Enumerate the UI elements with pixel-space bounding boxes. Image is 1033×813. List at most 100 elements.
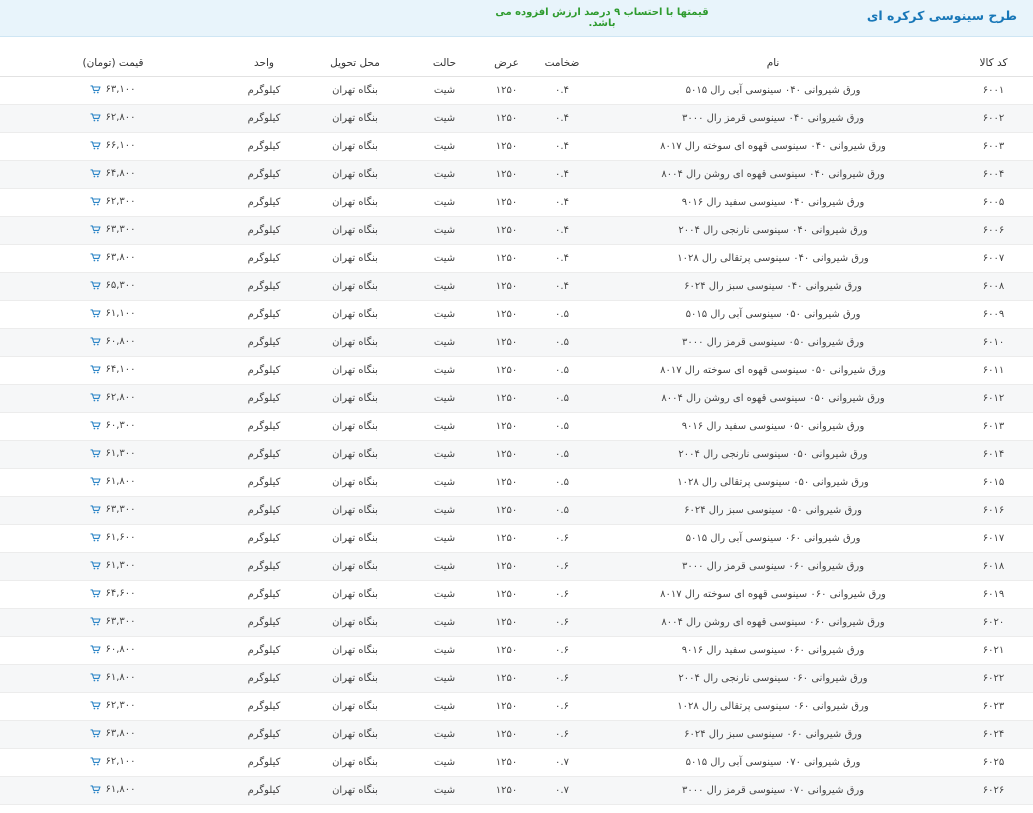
cart-icon[interactable] [90, 645, 102, 654]
price-cell: ۶۳,۸۰۰ [0, 244, 226, 273]
price-cell: ۶۱,۸۰۰ [0, 776, 226, 805]
cart-icon[interactable] [90, 757, 102, 766]
delivery-location: بنگاه تهران [302, 272, 408, 301]
state-cell: شیت [408, 104, 481, 133]
price-with-cart: ۶۶,۱۰۰ [90, 140, 136, 151]
price-with-cart: ۶۲,۸۰۰ [90, 392, 136, 403]
price-value: ۶۲,۸۰۰ [105, 112, 136, 123]
delivery-location: بنگاه تهران [302, 104, 408, 133]
product-code: ۶۰۱۹ [954, 580, 1033, 609]
cart-icon[interactable] [90, 785, 102, 794]
table-body: ۶۰۰۱ ورق شیروانی ۰۴۰ سینوسی آبی رال ۵۰۱۵ ۰… [0, 76, 1033, 805]
unit-cell: کیلوگرم [226, 664, 302, 693]
table-row: ۶۰۰۷ ورق شیروانی ۰۴۰ سینوسی پرتقالی رال ۱… [0, 244, 1033, 273]
state-cell: شیت [408, 776, 481, 805]
cart-icon[interactable] [90, 225, 102, 234]
price-value: ۶۱,۸۰۰ [105, 476, 136, 487]
price-cell: ۶۱,۶۰۰ [0, 524, 226, 553]
cart-icon[interactable] [90, 589, 102, 598]
product-code: ۶۰۲۱ [954, 636, 1033, 665]
header-bar: طرح سینوسی کرکره ای قیمتها با احتساب ۹ د… [0, 0, 1033, 37]
state-cell: شیت [408, 664, 481, 693]
width-cell: ۱۲۵۰ [481, 496, 532, 525]
cart-icon[interactable] [90, 505, 102, 514]
product-name: ورق شیروانی ۰۵۰ سینوسی پرتقالی رال ۱۰۲۸ [592, 468, 954, 497]
cart-icon[interactable] [90, 197, 102, 206]
unit-cell: کیلوگرم [226, 608, 302, 637]
cart-icon[interactable] [90, 477, 102, 486]
product-code: ۶۰۱۸ [954, 552, 1033, 581]
width-cell: ۱۲۵۰ [481, 132, 532, 161]
thickness-cell: ۰.۴ [532, 132, 592, 161]
product-name: ورق شیروانی ۰۶۰ سینوسی قهوه ای روشن رال … [592, 608, 954, 637]
thickness-cell: ۰.۴ [532, 272, 592, 301]
cart-icon[interactable] [90, 169, 102, 178]
cart-icon[interactable] [90, 253, 102, 262]
column-header-code: کد کالا [954, 49, 1033, 77]
price-cell: ۶۱,۳۰۰ [0, 440, 226, 469]
cart-icon[interactable] [90, 673, 102, 682]
price-with-cart: ۶۴,۸۰۰ [90, 168, 136, 179]
cart-icon[interactable] [90, 393, 102, 402]
table-row: ۶۰۱۴ ورق شیروانی ۰۵۰ سینوسی نارنجی رال ۲۰… [0, 440, 1033, 469]
price-list-page: طرح سینوسی کرکره ای قیمتها با احتساب ۹ د… [0, 0, 1033, 813]
delivery-location: بنگاه تهران [302, 160, 408, 189]
thickness-cell: ۰.۴ [532, 216, 592, 245]
delivery-location: بنگاه تهران [302, 76, 408, 105]
cart-icon[interactable] [90, 729, 102, 738]
product-code: ۶۰۱۰ [954, 328, 1033, 357]
delivery-location: بنگاه تهران [302, 244, 408, 273]
width-cell: ۱۲۵۰ [481, 160, 532, 189]
cart-icon[interactable] [90, 421, 102, 430]
cart-icon[interactable] [90, 449, 102, 458]
table-row: ۶۰۲۲ ورق شیروانی ۰۶۰ سینوسی نارنجی رال ۲۰… [0, 664, 1033, 693]
thickness-cell: ۰.۶ [532, 580, 592, 609]
cart-icon[interactable] [90, 337, 102, 346]
price-value: ۶۵,۳۰۰ [105, 280, 136, 291]
cart-icon[interactable] [90, 309, 102, 318]
unit-cell: کیلوگرم [226, 580, 302, 609]
cart-icon[interactable] [90, 85, 102, 94]
delivery-location: بنگاه تهران [302, 524, 408, 553]
cart-icon[interactable] [90, 113, 102, 122]
unit-cell: کیلوگرم [226, 692, 302, 721]
price-cell: ۶۴,۱۰۰ [0, 356, 226, 385]
unit-cell: کیلوگرم [226, 328, 302, 357]
delivery-location: بنگاه تهران [302, 132, 408, 161]
price-with-cart: ۶۴,۱۰۰ [90, 364, 136, 375]
width-cell: ۱۲۵۰ [481, 412, 532, 441]
price-with-cart: ۶۱,۳۰۰ [90, 560, 136, 571]
price-value: ۶۲,۱۰۰ [105, 756, 136, 767]
delivery-location: بنگاه تهران [302, 468, 408, 497]
price-value: ۶۲,۳۰۰ [105, 700, 136, 711]
cart-icon[interactable] [90, 617, 102, 626]
width-cell: ۱۲۵۰ [481, 748, 532, 777]
width-cell: ۱۲۵۰ [481, 216, 532, 245]
table-row: ۶۰۲۴ ورق شیروانی ۰۶۰ سینوسی سبز رال ۶۰۲۴ ۰… [0, 720, 1033, 749]
cart-icon[interactable] [90, 281, 102, 290]
price-value: ۶۰,۳۰۰ [105, 420, 136, 431]
price-cell: ۶۳,۳۰۰ [0, 608, 226, 637]
product-code: ۶۰۱۱ [954, 356, 1033, 385]
table-row: ۶۰۱۷ ورق شیروانی ۰۶۰ سینوسی آبی رال ۵۰۱۵ ۰… [0, 524, 1033, 553]
thickness-cell: ۰.۷ [532, 748, 592, 777]
cart-icon[interactable] [90, 141, 102, 150]
cart-icon[interactable] [90, 365, 102, 374]
column-header-thickness: ضخامت [532, 49, 592, 77]
width-cell: ۱۲۵۰ [481, 244, 532, 273]
unit-cell: کیلوگرم [226, 272, 302, 301]
price-cell: ۶۴,۶۰۰ [0, 580, 226, 609]
width-cell: ۱۲۵۰ [481, 328, 532, 357]
cart-icon[interactable] [90, 561, 102, 570]
price-cell: ۶۱,۱۰۰ [0, 300, 226, 329]
product-code: ۶۰۲۲ [954, 664, 1033, 693]
unit-cell: کیلوگرم [226, 104, 302, 133]
thickness-cell: ۰.۶ [532, 524, 592, 553]
cart-icon[interactable] [90, 701, 102, 710]
thickness-cell: ۰.۴ [532, 104, 592, 133]
price-cell: ۶۲,۱۰۰ [0, 748, 226, 777]
cart-icon[interactable] [90, 533, 102, 542]
price-cell: ۶۴,۸۰۰ [0, 160, 226, 189]
product-name: ورق شیروانی ۰۴۰ سینوسی قرمز رال ۳۰۰۰ [592, 104, 954, 133]
width-cell: ۱۲۵۰ [481, 356, 532, 385]
